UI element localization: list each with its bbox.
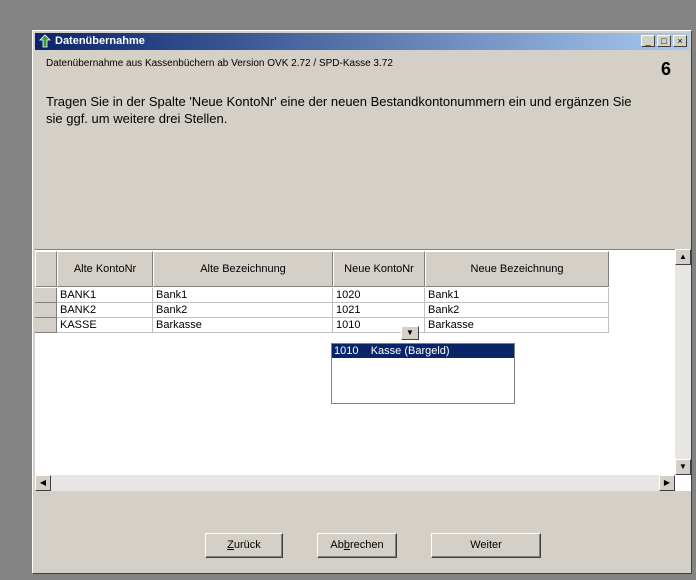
cell-alte-bezeichnung[interactable]: Bank1 [153, 288, 333, 303]
cell-neue-bezeichnung[interactable]: Barkasse [425, 318, 609, 333]
cell-neue-kontonr[interactable]: 1020 [333, 288, 425, 303]
dropdown-option-selected[interactable]: 1010 Kasse (Bargeld) [332, 344, 514, 358]
cancel-button[interactable]: Abbrechen [317, 533, 397, 558]
scroll-left-button[interactable]: ◀ [35, 475, 51, 491]
column-header-alte-bezeichnung[interactable]: Alte Bezeichnung [153, 251, 333, 287]
cancel-label-post: rechen [349, 539, 384, 551]
step-number: 6 [660, 59, 671, 79]
cell-alte-kontonr[interactable]: BANK2 [57, 303, 153, 318]
close-button[interactable]: × [673, 35, 687, 47]
cell-neue-bezeichnung[interactable]: Bank1 [425, 288, 609, 303]
minimize-button[interactable]: _ [641, 35, 655, 47]
maximize-button[interactable]: □ [657, 35, 671, 47]
cell-alte-kontonr[interactable]: BANK1 [57, 288, 153, 303]
cell-neue-bezeichnung[interactable]: Bank2 [425, 303, 609, 318]
scroll-up-button[interactable]: ▲ [675, 249, 691, 265]
vertical-scrollbar[interactable]: ▲ ▼ [675, 249, 691, 475]
dialog-window: Datenübernahme _ □ × Datenübernahme aus … [32, 30, 692, 574]
scroll-down-button[interactable]: ▼ [675, 459, 691, 475]
title-bar[interactable]: Datenübernahme _ □ × [35, 33, 689, 50]
scroll-right-button[interactable]: ▶ [659, 475, 675, 491]
row-header[interactable] [35, 318, 57, 333]
row-header[interactable] [35, 288, 57, 303]
cell-alte-bezeichnung[interactable]: Barkasse [153, 318, 333, 333]
back-button[interactable]: Zurück [205, 533, 283, 558]
subtitle: Datenübernahme aus Kassenbüchern ab Vers… [46, 58, 393, 69]
app-icon [39, 34, 51, 48]
cell-neue-kontonr[interactable]: 1021 [333, 303, 425, 318]
back-mnemonic: Z [227, 539, 234, 551]
cancel-label-pre: Ab [330, 539, 344, 551]
horizontal-scrollbar[interactable]: ◀ ▶ [35, 475, 675, 491]
back-label-post: urück [233, 539, 261, 551]
dropdown-arrow-button[interactable]: ▼ [401, 326, 419, 340]
corner-header [35, 251, 57, 287]
cell-alte-kontonr[interactable]: KASSE [57, 318, 153, 333]
cell-alte-bezeichnung[interactable]: Bank2 [153, 303, 333, 318]
column-header-neue-bezeichnung[interactable]: Neue Bezeichnung [425, 251, 609, 287]
column-header-alte-kontonr[interactable]: Alte KontoNr [57, 251, 153, 287]
dropdown-list[interactable]: 1010 Kasse (Bargeld) [331, 343, 515, 404]
column-header-neue-kontonr[interactable]: Neue KontoNr [333, 251, 425, 287]
window-title: Datenübernahme [55, 35, 145, 47]
instruction-text: Tragen Sie in der Spalte 'Neue KontoNr' … [46, 94, 632, 126]
row-header[interactable] [35, 303, 57, 318]
next-button[interactable]: Weiter [431, 533, 541, 558]
